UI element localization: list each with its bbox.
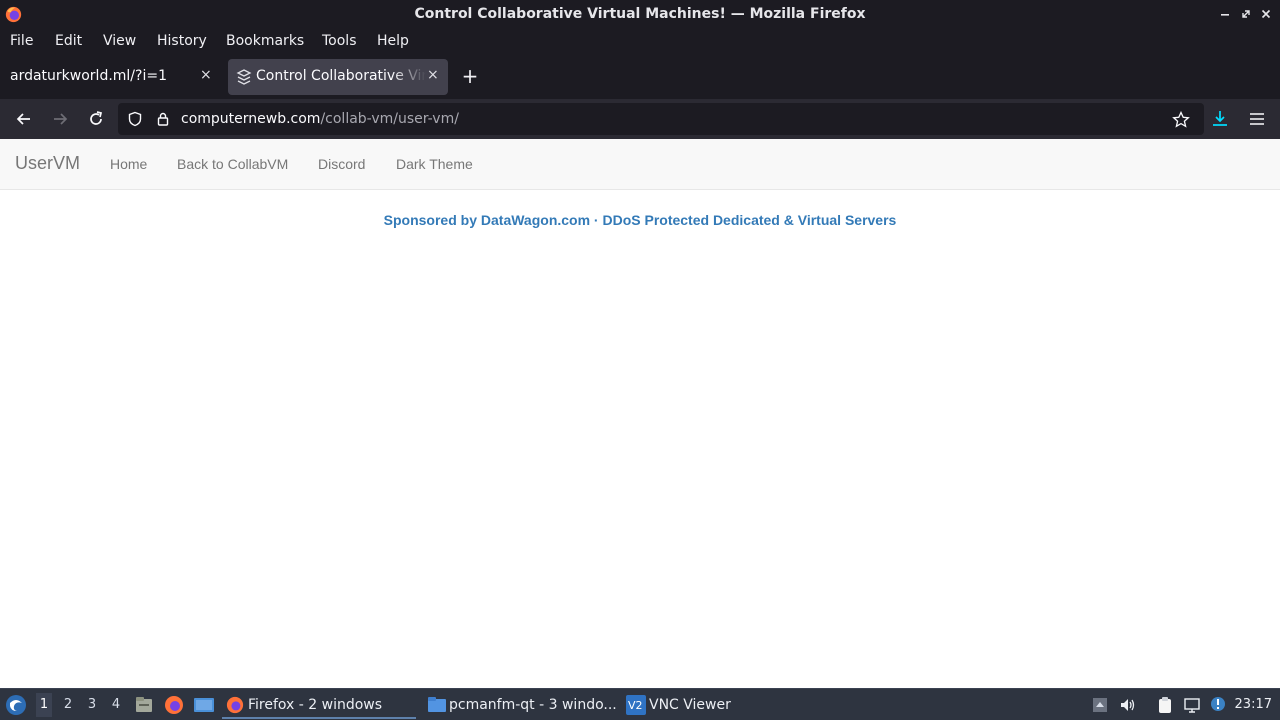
menu-bar: File Edit View History Bookmarks Tools H…	[0, 29, 1280, 55]
menu-help[interactable]: Help	[377, 33, 409, 49]
nav-link-dark-theme[interactable]: Dark Theme	[396, 156, 473, 172]
lock-icon[interactable]	[155, 111, 171, 127]
menu-bookmarks[interactable]: Bookmarks	[226, 33, 304, 49]
url-bar[interactable]: computernewb.com/collab-vm/user-vm/	[118, 103, 1204, 135]
workspace-3[interactable]: 3	[84, 697, 100, 712]
menu-edit[interactable]: Edit	[55, 33, 82, 49]
folder-icon	[428, 697, 446, 712]
site-navbar: UserVM Home Back to CollabVM Discord Dar…	[0, 139, 1280, 190]
firefox-launcher-icon[interactable]	[164, 695, 184, 715]
site-brand[interactable]: UserVM	[15, 153, 80, 174]
task-label: VNC Viewer	[649, 697, 731, 713]
downloads-icon[interactable]	[1210, 109, 1230, 129]
url-path: /collab-vm/user-vm/	[320, 111, 459, 127]
maximize-icon[interactable]	[1239, 7, 1253, 21]
taskbar-clock[interactable]: 23:17	[1235, 697, 1272, 712]
reload-icon[interactable]	[86, 109, 106, 129]
menu-file[interactable]: File	[10, 33, 33, 49]
bookmark-star-icon[interactable]	[1172, 111, 1190, 129]
minimize-icon[interactable]	[1218, 7, 1232, 21]
tab-ardaturkworld[interactable]: ardaturkworld.ml/?i=1 ×	[2, 59, 222, 95]
workspace-1[interactable]: 1	[36, 693, 52, 717]
taskbar: 1 2 3 4 Firefox - 2 windows pcmanfm-qt -…	[0, 688, 1280, 720]
url-domain: computernewb.com	[181, 111, 321, 127]
notification-icon[interactable]	[1209, 696, 1227, 714]
tab-close-icon[interactable]: ×	[200, 67, 212, 83]
task-firefox[interactable]: Firefox - 2 windows	[222, 691, 416, 719]
file-manager-launcher-icon[interactable]	[134, 695, 154, 715]
navigation-toolbar: computernewb.com/collab-vm/user-vm/	[0, 99, 1280, 139]
volume-icon[interactable]	[1119, 696, 1137, 714]
workspace-4[interactable]: 4	[108, 697, 124, 712]
tab-label: Control Collaborative Virtual Machines!	[256, 68, 426, 84]
tab-strip: ardaturkworld.ml/?i=1 × Control Collabor…	[0, 55, 1280, 99]
task-pcmanfm[interactable]: pcmanfm-qt - 3 windo...	[424, 691, 618, 719]
nav-link-back-to-collabvm[interactable]: Back to CollabVM	[177, 156, 288, 172]
sponsor-link[interactable]: Sponsored by DataWagon.com · DDoS Protec…	[0, 212, 1280, 228]
network-icon[interactable]	[1183, 696, 1201, 714]
menu-view[interactable]: View	[103, 33, 136, 49]
new-tab-button[interactable]: +	[460, 65, 480, 87]
page-content: UserVM Home Back to CollabVM Discord Dar…	[0, 139, 1280, 688]
site-favicon-icon	[236, 69, 252, 85]
tray-expand-icon[interactable]	[1091, 696, 1109, 714]
tab-collabvm[interactable]: Control Collaborative Virtual Machines! …	[228, 59, 448, 95]
nav-link-home[interactable]: Home	[110, 156, 147, 172]
task-label: pcmanfm-qt - 3 windo...	[449, 697, 617, 713]
nav-link-discord[interactable]: Discord	[318, 156, 365, 172]
tab-label: ardaturkworld.ml/?i=1	[10, 68, 167, 84]
url-text[interactable]: computernewb.com/collab-vm/user-vm/	[181, 111, 459, 127]
svg-text:V2: V2	[628, 699, 643, 712]
vnc-icon: V2	[626, 695, 646, 715]
menu-history[interactable]: History	[157, 33, 207, 49]
firefox-icon	[226, 696, 244, 714]
start-menu-icon[interactable]	[5, 694, 27, 716]
task-label: Firefox - 2 windows	[248, 697, 383, 713]
shield-icon[interactable]	[127, 111, 143, 127]
tab-close-icon[interactable]: ×	[427, 67, 439, 83]
close-icon[interactable]	[1259, 7, 1273, 21]
window-title: Control Collaborative Virtual Machines! …	[414, 6, 866, 22]
hamburger-menu-icon[interactable]	[1247, 109, 1267, 129]
task-vnc-viewer[interactable]: V2 VNC Viewer	[624, 691, 804, 719]
back-icon[interactable]	[14, 109, 34, 129]
workspace-2[interactable]: 2	[60, 697, 76, 712]
window-titlebar: Control Collaborative Virtual Machines! …	[0, 0, 1280, 29]
show-desktop-icon[interactable]	[193, 695, 215, 715]
clipboard-icon[interactable]	[1156, 696, 1174, 714]
menu-tools[interactable]: Tools	[322, 33, 357, 49]
forward-icon[interactable]	[50, 109, 70, 129]
